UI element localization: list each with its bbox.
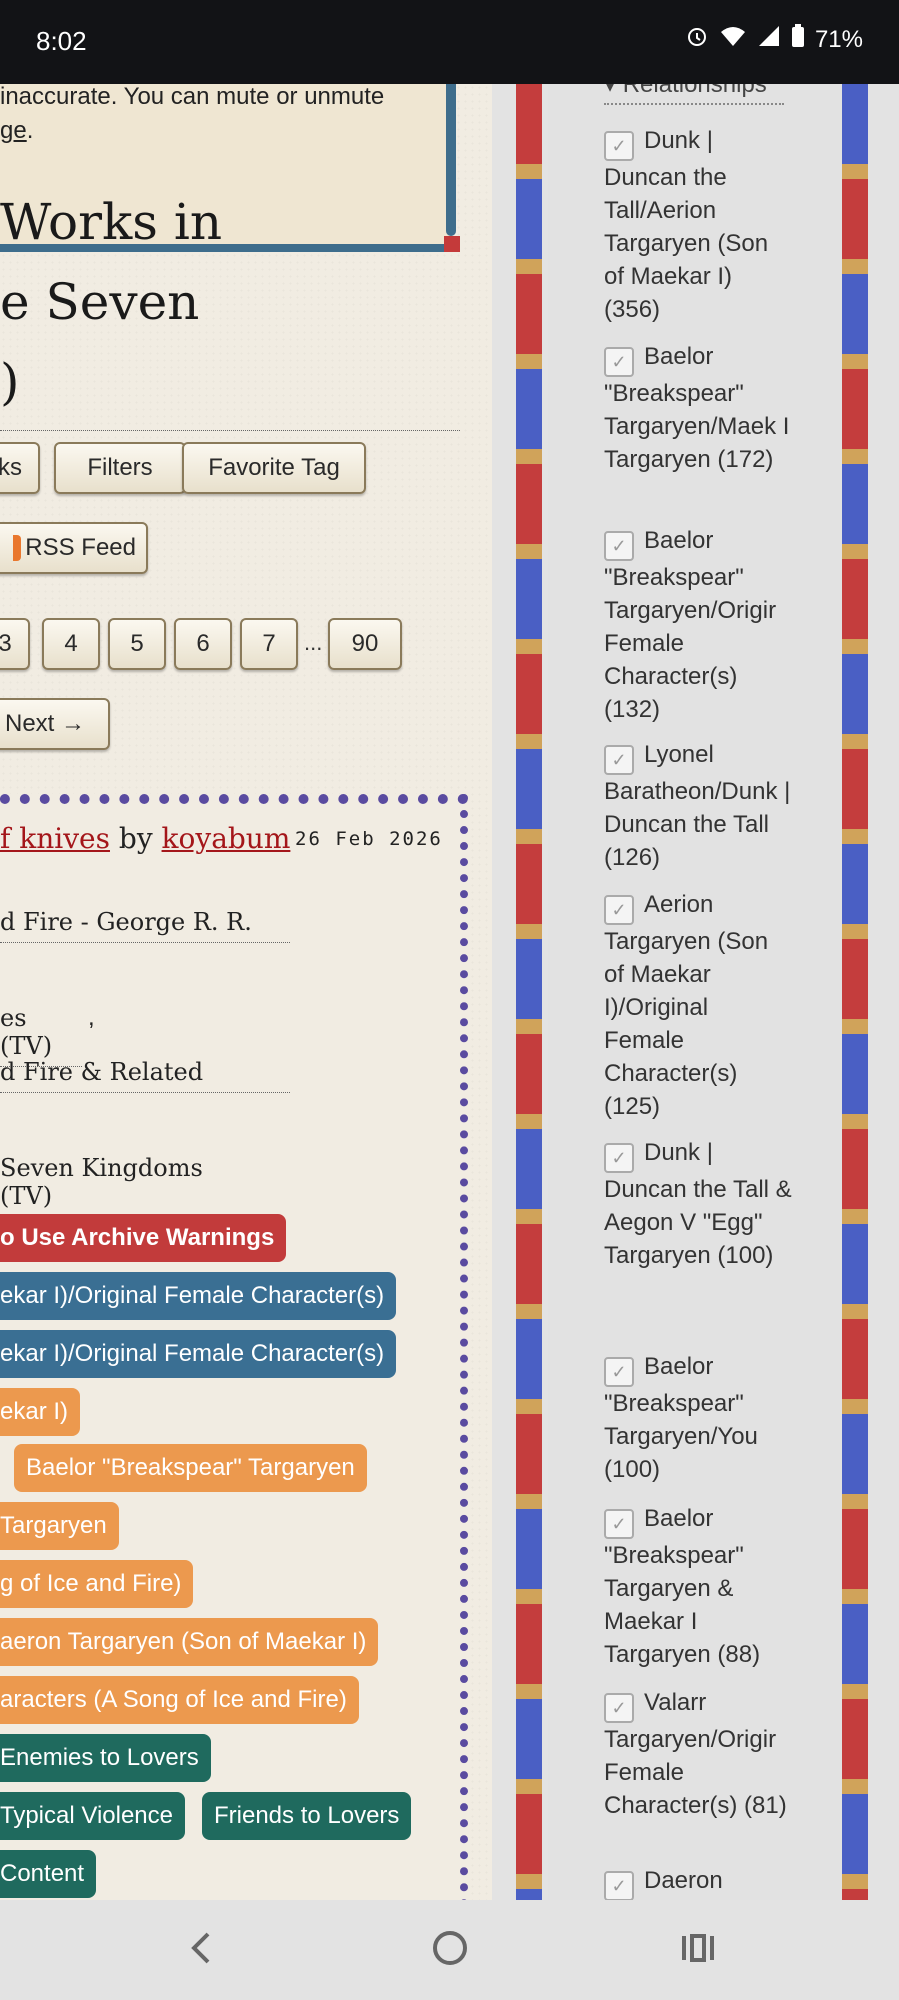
- system-nav-bar: [0, 1900, 899, 2000]
- relationship-filter-item[interactable]: ✓ Baelor "Breakspear" Targaryen & Maekar …: [604, 1502, 794, 1671]
- character-tag[interactable]: Targaryen: [0, 1502, 119, 1550]
- relationship-filter-item[interactable]: ✓ Baelor "Breakspear" Targaryen/Maek I Ta…: [604, 340, 794, 476]
- relationship-filter-item[interactable]: ✓ Baelor "Breakspear" Targaryen/Origir Fe…: [604, 524, 794, 726]
- checkbox[interactable]: ✓: [604, 745, 634, 775]
- pane-gap: [492, 84, 516, 1900]
- relationship-tag[interactable]: ekar I)/Original Female Character(s): [0, 1330, 397, 1378]
- notice-line-2-rest: .: [26, 117, 34, 144]
- back-icon[interactable]: [186, 1928, 216, 1978]
- checkbox[interactable]: ✓: [604, 1143, 634, 1173]
- notice-line-1: inaccurate. You can mute or unmute: [0, 84, 385, 110]
- freeform-tag[interactable]: Friends to Lovers: [202, 1792, 412, 1840]
- next-page-button[interactable]: Next →: [0, 698, 110, 750]
- page-6-button[interactable]: 6: [174, 618, 232, 670]
- notice-text: inaccurate. You can mute or unmute ge.: [0, 84, 384, 148]
- decorative-border-left: [516, 84, 542, 1900]
- home-icon[interactable]: [430, 1928, 470, 1978]
- status-time: 8:02: [36, 26, 87, 56]
- fandom-tag[interactable]: d Fire & Related: [0, 1058, 290, 1093]
- fandom-separator: ,: [88, 1004, 95, 1031]
- character-tag[interactable]: aracters (A Song of Ice and Fire): [0, 1676, 359, 1724]
- relationship-filter-item[interactable]: ✓ Lyonel Baratheon/Dunk | Duncan the Tall…: [604, 738, 794, 874]
- checkbox[interactable]: ✓: [604, 1871, 634, 1900]
- work-by: by: [118, 822, 153, 855]
- wifi-icon: [719, 24, 747, 55]
- relationships-filter-header[interactable]: ▾ Relationships: [604, 84, 784, 105]
- checkbox[interactable]: ✓: [604, 347, 634, 377]
- author-link[interactable]: koyabum: [162, 822, 291, 855]
- page-title-line-2: e Seven: [0, 273, 200, 331]
- battery-percent: 71%: [814, 25, 863, 53]
- pagination-ellipsis: ...: [304, 630, 323, 655]
- rss-icon: [13, 535, 22, 561]
- fandom-tag[interactable]: Seven Kingdoms (TV): [0, 1154, 262, 1217]
- work-date: 26 Feb 2026: [295, 828, 443, 850]
- checkbox[interactable]: ✓: [604, 131, 634, 161]
- works-button[interactable]: ks: [0, 442, 40, 494]
- browser-content: inaccurate. You can mute or unmute ge. W…: [0, 84, 899, 1900]
- relationship-filter-item[interactable]: ✓ Baelor "Breakspear" Targaryen/You (100): [604, 1350, 794, 1486]
- page-title-line-1: Works in: [0, 193, 223, 251]
- chevron-down-icon: ▾: [604, 84, 623, 98]
- character-tag[interactable]: aeron Targaryen (Son of Maekar I): [0, 1618, 379, 1666]
- page-3-button[interactable]: 3: [0, 618, 30, 670]
- fandom-tag[interactable]: d Fire - George R. R.: [0, 908, 290, 943]
- freeform-tag[interactable]: Typical Violence: [0, 1792, 185, 1840]
- character-tag[interactable]: Baelor "Breakspear" Targaryen: [14, 1444, 367, 1492]
- rss-feed-button[interactable]: RSS Feed: [0, 522, 148, 574]
- status-bar: 8:02 71%: [0, 0, 899, 84]
- relationship-filter-item[interactable]: ✓ Dunk | Duncan the Tall/Aerion Targaryen…: [604, 124, 794, 326]
- freeform-tag[interactable]: Content: [0, 1850, 97, 1898]
- relationship-filter-item[interactable]: ✓ Aerion Targaryen (Son of Maekar I)/Orig…: [604, 888, 794, 1123]
- status-icons: 71%: [685, 24, 863, 55]
- checkbox[interactable]: ✓: [604, 531, 634, 561]
- checkbox[interactable]: ✓: [604, 1509, 634, 1539]
- checkbox[interactable]: ✓: [604, 895, 634, 925]
- signal-icon: [757, 24, 781, 55]
- filters-button[interactable]: Filters: [54, 442, 186, 494]
- decorative-border-right: [842, 84, 868, 1900]
- page-title-line-3: ): [0, 353, 20, 411]
- page-90-button[interactable]: 90: [328, 618, 402, 670]
- checkbox[interactable]: ✓: [604, 1693, 634, 1723]
- character-tag[interactable]: g of Ice and Fire): [0, 1560, 194, 1608]
- character-tag[interactable]: ekar I): [0, 1388, 81, 1436]
- relationship-filter-item[interactable]: ✓ Dunk | Duncan the Tall & Aegon V "Egg" …: [604, 1136, 794, 1272]
- page-5-button[interactable]: 5: [108, 618, 166, 670]
- relationship-tag[interactable]: ekar I)/Original Female Character(s): [0, 1272, 397, 1320]
- works-listing: inaccurate. You can mute or unmute ge. W…: [0, 84, 492, 1900]
- favorite-tag-button[interactable]: Favorite Tag: [182, 442, 366, 494]
- page-7-button[interactable]: 7: [240, 618, 298, 670]
- alarm-icon: [685, 24, 709, 55]
- battery-icon: [791, 24, 805, 55]
- notice-link[interactable]: ge: [0, 117, 27, 144]
- relationship-filter-item[interactable]: ✓ Valarr Targaryen/Origir Female Characte…: [604, 1686, 794, 1822]
- recents-icon[interactable]: [678, 1928, 718, 1978]
- work-title: f knives by koyabum: [0, 822, 290, 855]
- page-title: Works in e Seven ): [0, 182, 460, 431]
- work-title-link[interactable]: f knives: [0, 822, 110, 855]
- warning-tag[interactable]: o Use Archive Warnings: [0, 1214, 287, 1262]
- page-4-button[interactable]: 4: [42, 618, 100, 670]
- relationship-filter-item[interactable]: ✓ Daeron: [604, 1864, 794, 1900]
- checkbox[interactable]: ✓: [604, 1357, 634, 1387]
- freeform-tag[interactable]: Enemies to Lovers: [0, 1734, 211, 1782]
